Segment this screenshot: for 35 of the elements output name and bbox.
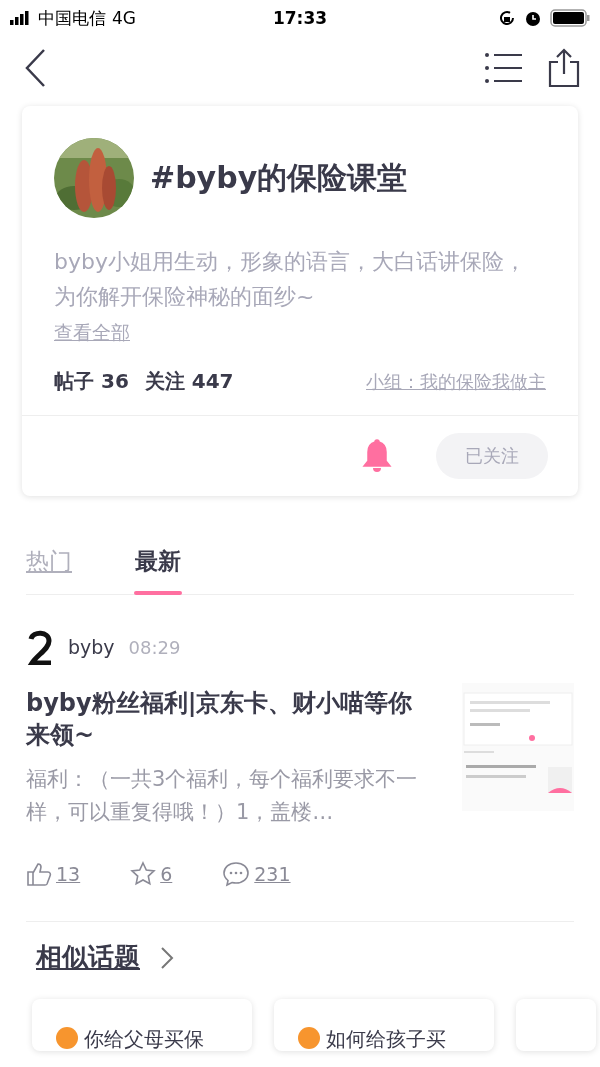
clock-time: 17:33 (271, 8, 329, 28)
follow-button[interactable]: 已关注 (436, 433, 548, 479)
author-name[interactable]: byby (68, 636, 115, 658)
share-icon[interactable] (548, 48, 580, 88)
rotation-lock-icon (498, 9, 516, 27)
bell-icon[interactable] (362, 438, 392, 474)
menu-icon[interactable] (484, 51, 522, 85)
topic-card[interactable]: 如何给孩子买 (274, 999, 494, 1051)
favorite-count[interactable]: 6 (160, 863, 173, 885)
post-time: 08:29 (128, 636, 181, 658)
carrier-name: 中国电信 (38, 6, 106, 30)
signal-icon (10, 11, 32, 25)
chevron-right-icon[interactable] (160, 945, 174, 970)
post-excerpt: 福利：（一共3个福利，每个福利要求不一样，可以重复得哦！）1，盖楼… (26, 766, 419, 826)
tab[interactable]: 最新 (134, 546, 182, 594)
back-icon[interactable] (24, 48, 46, 88)
view-all-link[interactable]: 查看全部 (54, 320, 130, 346)
comment-icon (222, 861, 251, 887)
tab[interactable]: 热门 (26, 546, 72, 594)
alarm-icon (524, 9, 542, 27)
topic-description: byby小姐用生动，形象的语言，大白话讲保险，为你解开保险神秘的面纱~ (54, 248, 527, 311)
battery-icon (550, 9, 590, 27)
thumbs-up-icon (26, 861, 52, 887)
group-link[interactable]: 小组：我的保险我做主 (366, 369, 546, 394)
comment-count[interactable]: 231 (254, 863, 291, 885)
posts-count: 帖子 36 (54, 368, 129, 395)
topic-title: #byby的保险课堂 (150, 158, 408, 197)
avatar-icon (26, 629, 54, 665)
network-type: 4G (112, 8, 136, 28)
post-title[interactable]: byby粉丝福利|京东卡、财小喵等你来领~ (26, 687, 432, 751)
followers-count: 关注 447 (144, 368, 234, 395)
star-icon (130, 861, 157, 887)
section-title[interactable]: 相似话题 (36, 940, 140, 975)
like-count[interactable]: 13 (56, 863, 81, 885)
topic-card[interactable]: 你给父母买保 (32, 999, 252, 1051)
